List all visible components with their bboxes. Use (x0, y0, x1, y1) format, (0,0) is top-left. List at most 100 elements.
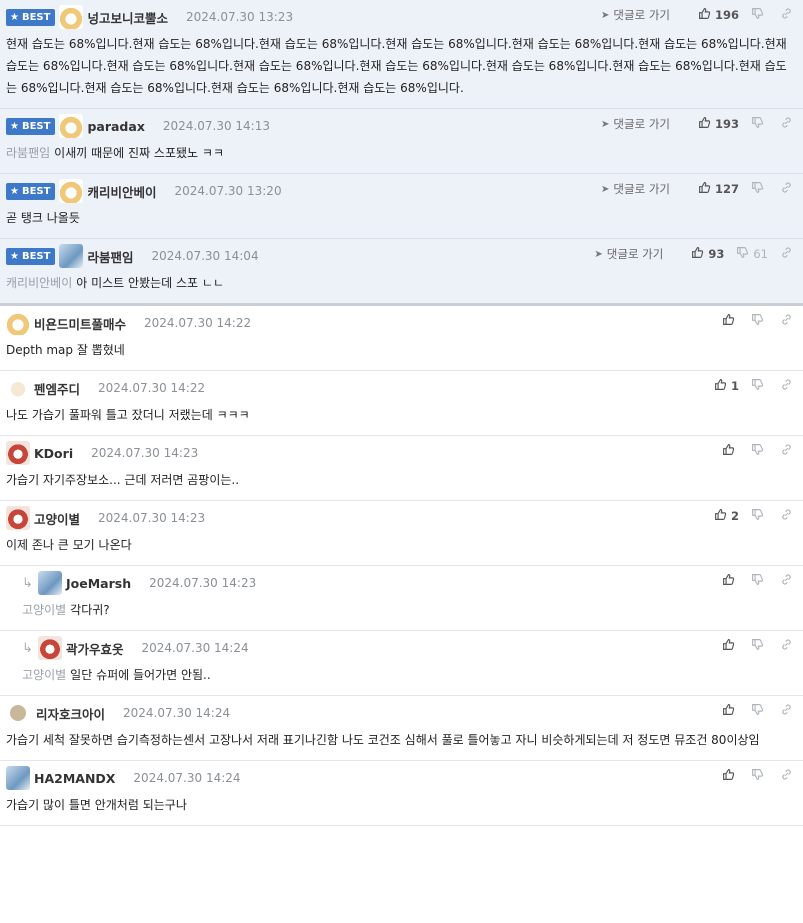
comment-actions: ➤ 댓글로 가기 127 (601, 179, 797, 199)
goto-comment-link[interactable]: ➤ 댓글로 가기 (601, 181, 670, 197)
avatar[interactable] (59, 179, 84, 203)
share-button[interactable] (780, 768, 797, 784)
mention[interactable]: 라붐팬임 (6, 146, 50, 160)
like-button[interactable]: 196 (698, 7, 739, 23)
comment-actions (710, 571, 797, 591)
share-button[interactable] (780, 508, 797, 524)
comment-body: 가습기 세척 잘못하면 습기측정하는센서 고장나서 저래 표기나긴함 나도 코건… (6, 729, 797, 751)
nickname[interactable]: HA2MANDX (34, 771, 115, 786)
like-button[interactable] (722, 443, 739, 459)
like-button[interactable] (722, 313, 739, 329)
link-icon (780, 573, 797, 589)
dislike-button[interactable] (751, 638, 768, 654)
share-button[interactable] (780, 313, 797, 329)
star-icon: ★ (10, 185, 19, 197)
comment-actions: ➤ 댓글로 가기 93 61 (594, 244, 797, 264)
comment-header: 비욘드미트풀매수 2024.07.30 14:22 (6, 311, 797, 335)
dislike-button[interactable] (751, 378, 768, 394)
nickname[interactable]: 비욘드미트풀매수 (34, 314, 126, 333)
dislike-button[interactable] (751, 181, 768, 197)
nickname[interactable]: 곽가우효옷 (66, 639, 124, 658)
dislike-button[interactable] (751, 703, 768, 719)
mention[interactable]: 고양이별 (22, 668, 66, 682)
avatar[interactable] (6, 376, 30, 400)
like-button[interactable] (722, 638, 739, 654)
like-button[interactable]: 193 (698, 116, 739, 132)
comment-date: 2024.07.30 14:23 (149, 576, 257, 590)
dislike-button[interactable] (751, 116, 768, 132)
thumbs-up-icon (722, 313, 739, 329)
comment-text: 나도 가습기 풀파워 틀고 잤더니 저랬는데 ㅋㅋㅋ (6, 408, 250, 422)
share-button[interactable] (780, 378, 797, 394)
like-button[interactable]: 2 (714, 508, 739, 524)
nickname[interactable]: KDori (34, 446, 73, 461)
nickname[interactable]: paradax (87, 119, 144, 134)
thumbs-down-icon (751, 638, 768, 654)
avatar[interactable] (59, 114, 84, 138)
dislike-button[interactable] (751, 443, 768, 459)
goto-comment-link[interactable]: ➤ 댓글로 가기 (601, 7, 670, 23)
like-button[interactable]: 127 (698, 181, 739, 197)
comment-actions (710, 701, 797, 721)
goto-label: 댓글로 가기 (613, 117, 670, 131)
star-icon: ★ (10, 11, 19, 23)
comment-actions (710, 636, 797, 656)
avatar[interactable] (59, 5, 84, 29)
avatar[interactable] (38, 571, 62, 595)
comment-actions: ➤ 댓글로 가기 196 (601, 5, 797, 25)
comment-list: ★ BEST 넝고보니코뿔소 2024.07.30 13:23 ➤ 댓글로 가기 196 현재… (0, 0, 803, 826)
dislike-button[interactable] (751, 508, 768, 524)
comment-body: 캐리비안베이 아 미스트 안봤는데 스포 ㄴㄴ (6, 272, 797, 294)
like-button[interactable]: 93 (691, 246, 724, 262)
mention[interactable]: 고양이별 (22, 603, 66, 617)
share-button[interactable] (780, 116, 797, 132)
avatar[interactable] (10, 705, 26, 721)
mention[interactable]: 캐리비안베이 (6, 276, 72, 290)
like-button[interactable] (722, 768, 739, 784)
share-button[interactable] (780, 703, 797, 719)
nickname[interactable]: 고양이별 (34, 509, 80, 528)
dislike-button[interactable]: 61 (736, 246, 768, 262)
nickname[interactable]: 펜엠주디 (34, 379, 80, 398)
avatar[interactable] (59, 244, 84, 268)
goto-comment-link[interactable]: ➤ 댓글로 가기 (594, 246, 663, 262)
avatar[interactable] (6, 311, 30, 335)
comment-date: 2024.07.30 13:20 (174, 184, 282, 198)
nickname[interactable]: 캐리비안베이 (87, 182, 156, 201)
comment-body: 고양이별 각다귀? (22, 599, 797, 621)
nickname[interactable]: 리자호크아이 (36, 704, 105, 723)
nickname[interactable]: JoeMarsh (66, 576, 131, 591)
like-count: 193 (714, 117, 739, 131)
nickname[interactable]: 넝고보니코뿔소 (87, 8, 168, 27)
share-button[interactable] (780, 246, 797, 262)
comment-date: 2024.07.30 14:24 (123, 706, 231, 720)
best-comment: ★ BEST 라붐팬임 2024.07.30 14:04 ➤ 댓글로 가기 93 61 캐리비안… (0, 239, 803, 306)
star-icon: ★ (10, 250, 19, 262)
nickname[interactable]: 라붐팬임 (87, 247, 133, 266)
comment-text: 아 미스트 안봤는데 스포 ㄴㄴ (76, 276, 224, 290)
share-button[interactable] (780, 443, 797, 459)
best-label: BEST (21, 11, 51, 23)
like-button[interactable] (722, 703, 739, 719)
thumbs-up-icon (722, 768, 739, 784)
like-button[interactable]: 1 (714, 378, 739, 394)
avatar[interactable] (6, 766, 30, 790)
avatar[interactable] (6, 506, 30, 530)
avatar[interactable] (38, 636, 62, 660)
dislike-button[interactable] (751, 7, 768, 23)
goto-comment-link[interactable]: ➤ 댓글로 가기 (601, 116, 670, 132)
thumbs-up-icon (698, 7, 715, 23)
share-button[interactable] (780, 573, 797, 589)
share-button[interactable] (780, 181, 797, 197)
dislike-button[interactable] (751, 573, 768, 589)
share-button[interactable] (780, 638, 797, 654)
comment-text: 가습기 자기주장보소... 근데 저러면 곰팡이는.. (6, 473, 240, 487)
send-arrow-icon: ➤ (601, 183, 610, 195)
like-button[interactable] (722, 573, 739, 589)
comment-body: 가습기 자기주장보소... 근데 저러면 곰팡이는.. (6, 469, 797, 491)
dislike-button[interactable] (751, 768, 768, 784)
avatar[interactable] (6, 441, 30, 465)
thumbs-up-icon (722, 443, 739, 459)
dislike-button[interactable] (751, 313, 768, 329)
share-button[interactable] (780, 7, 797, 23)
